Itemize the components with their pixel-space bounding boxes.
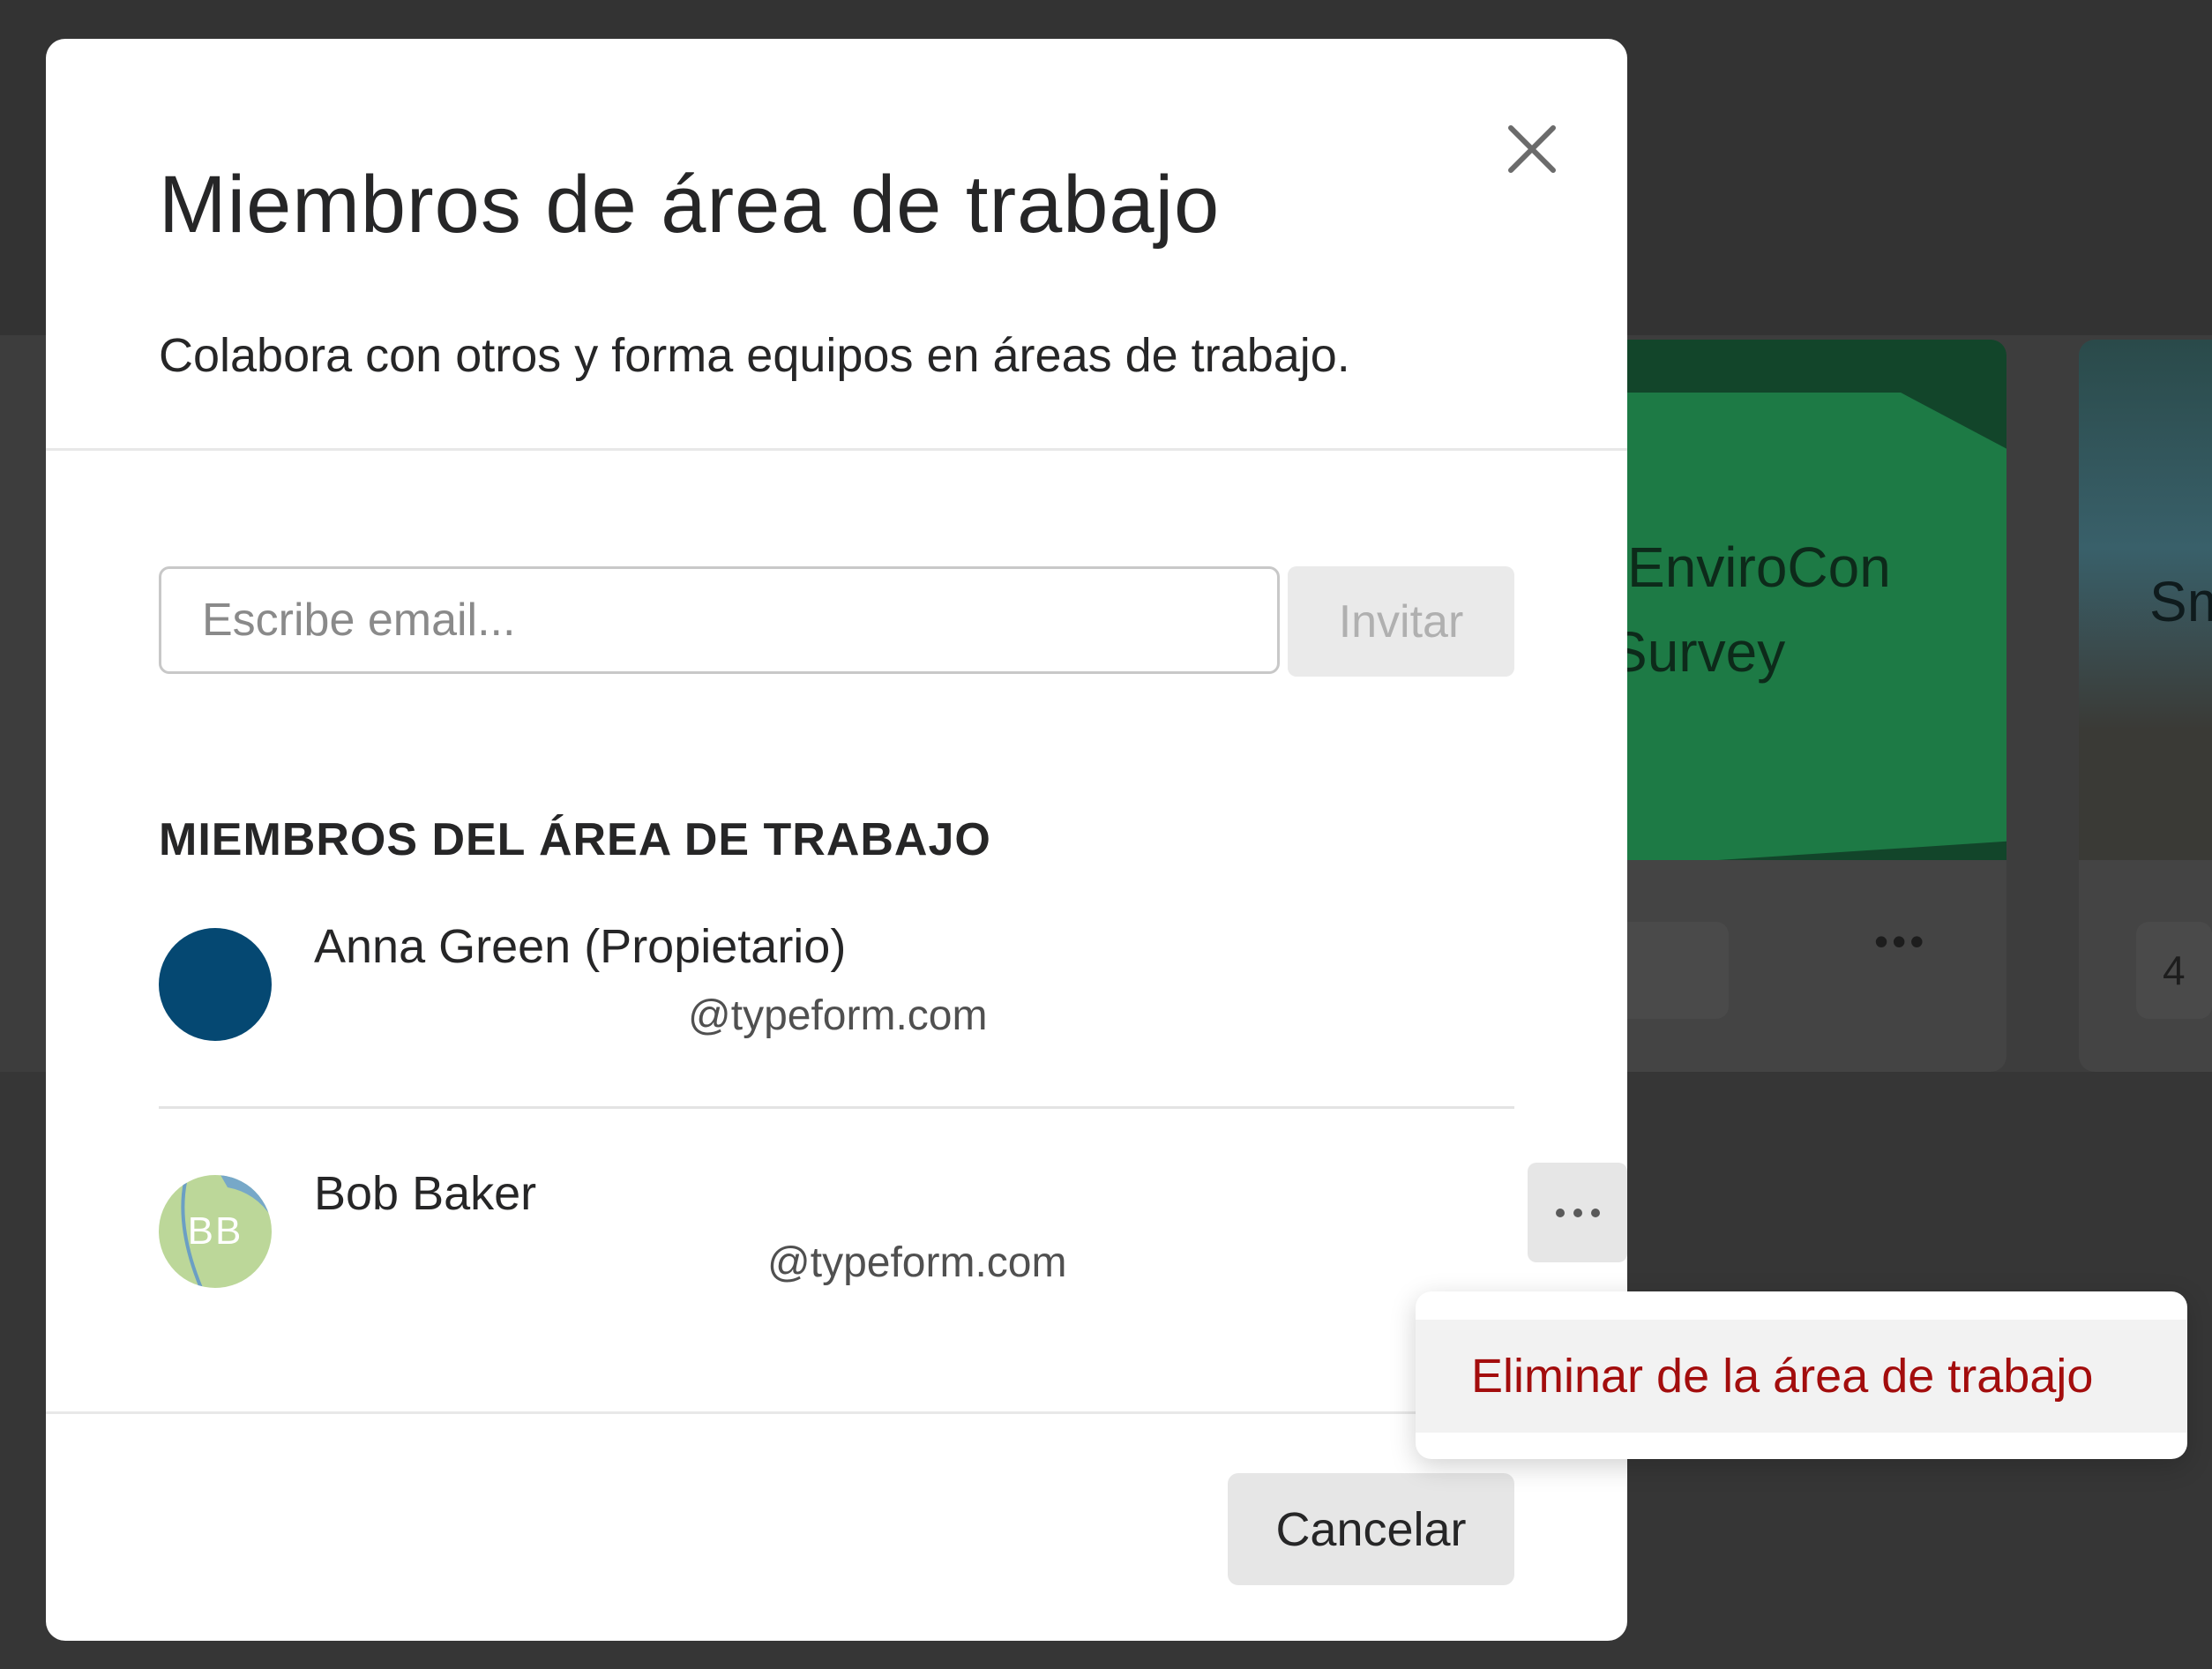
- member-options-button[interactable]: [1528, 1163, 1627, 1262]
- card-title: Sm: [2149, 570, 2212, 633]
- card-more-icon: •••: [1874, 918, 1928, 964]
- member-email: @typeform.com: [767, 1239, 1067, 1286]
- card-title: EnviroCon Survey: [1610, 525, 1891, 694]
- background-form-card-2: Sm 4: [2079, 340, 2212, 1072]
- member-name: Bob Baker: [314, 1167, 537, 1220]
- member-options-menu: Eliminar de la área de trabajo: [1416, 1291, 2187, 1459]
- member-email: @typeform.com: [688, 992, 988, 1039]
- close-icon: [1508, 125, 1556, 173]
- more-dot-icon: [1573, 1208, 1582, 1217]
- card-responses-badge: 4: [2136, 922, 2212, 1019]
- card-title-line-1: EnviroCon: [1627, 535, 1891, 599]
- modal-subtitle: Colabora con otros y forma equipos en ár…: [159, 329, 1350, 382]
- workspace-members-modal: Miembros de área de trabajo Colabora con…: [46, 39, 1627, 1641]
- more-dot-icon: [1555, 1208, 1565, 1217]
- modal-title: Miembros de área de trabajo: [159, 160, 1221, 250]
- member-divider: [159, 1106, 1514, 1109]
- member-name: Anna Green (Propietario): [314, 920, 847, 973]
- more-dot-icon: [1590, 1208, 1600, 1217]
- avatar: [159, 928, 272, 1041]
- cancel-button[interactable]: Cancelar: [1228, 1473, 1514, 1585]
- card-cover: Sm: [2079, 340, 2212, 860]
- members-section-heading: MIEMBROS DEL ÁREA DE TRABAJO: [159, 814, 991, 865]
- remove-from-workspace-item[interactable]: Eliminar de la área de trabajo: [1416, 1320, 2187, 1433]
- avatar-initials: BB: [187, 1209, 243, 1253]
- invite-button[interactable]: Invitar: [1288, 566, 1514, 677]
- close-button[interactable]: [1492, 109, 1572, 189]
- avatar: BB: [159, 1175, 272, 1288]
- card-title-line-2: Survey: [1610, 620, 1786, 684]
- email-input[interactable]: [159, 566, 1280, 674]
- header-divider: [46, 448, 1627, 451]
- footer-divider: [46, 1411, 1627, 1414]
- member-row: Anna Green (Propietario) @typeform.com: [159, 920, 1514, 1052]
- member-row: BB Bob Baker @typeform.com: [159, 1163, 1627, 1299]
